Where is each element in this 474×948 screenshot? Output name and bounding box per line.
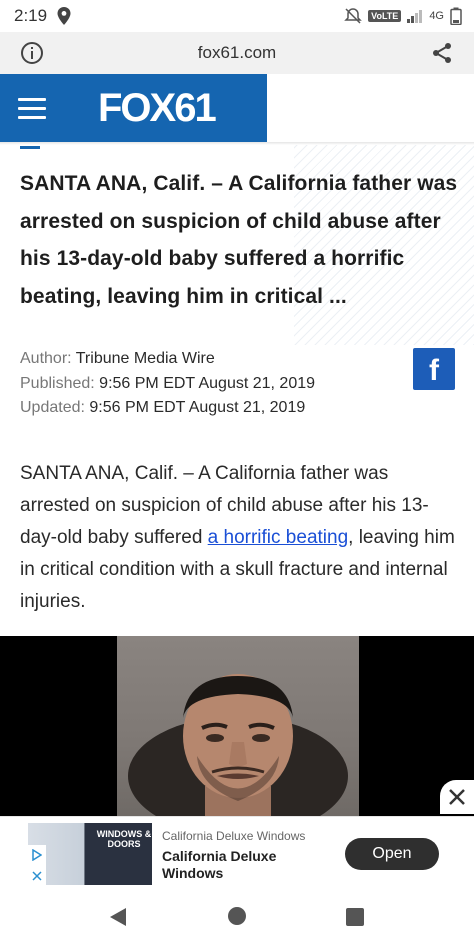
volte-badge: VoLTE <box>368 10 402 22</box>
mute-notification-icon <box>344 8 362 24</box>
ad-banner[interactable]: WINDOWS & DOORS California Deluxe Window… <box>0 816 474 888</box>
signal-icon <box>407 10 423 23</box>
article-meta: Author: Tribune Media Wire Published: 9:… <box>20 347 315 421</box>
published-value: 9:56 PM EDT August 21, 2019 <box>99 374 316 392</box>
facebook-share-button[interactable]: f <box>413 348 455 390</box>
info-icon[interactable] <box>20 41 44 65</box>
article-headline: SANTA ANA, Calif. – A California father … <box>20 172 458 308</box>
header-right-area <box>267 74 474 142</box>
adchoices-icon <box>32 849 42 861</box>
ad-close-button[interactable] <box>440 780 474 814</box>
horrific-beating-link[interactable]: a horrific beating <box>208 527 348 548</box>
network-type: 4G <box>429 10 444 22</box>
share-icon[interactable] <box>430 41 454 65</box>
browser-url-bar: fox61.com <box>0 32 474 74</box>
back-triangle-icon[interactable] <box>107 906 129 928</box>
author-label: Author: <box>20 350 72 367</box>
author-line: Author: Tribune Media Wire <box>20 347 315 372</box>
ad-image[interactable]: WINDOWS & DOORS <box>28 823 152 885</box>
published-line: Published: 9:56 PM EDT August 21, 2019 <box>20 372 315 397</box>
article-body: SANTA ANA, Calif. – A California father … <box>20 458 460 618</box>
ad-dismiss-icon <box>32 871 42 881</box>
location-pin-icon <box>57 7 71 25</box>
section-accent <box>20 146 40 149</box>
svg-text:FOX61: FOX61 <box>98 86 216 126</box>
facebook-icon: f <box>429 353 439 387</box>
ad-open-button[interactable]: Open <box>345 838 439 870</box>
fox61-logo[interactable]: FOX61 <box>98 86 236 126</box>
close-icon <box>449 789 465 805</box>
recent-apps-square-icon[interactable] <box>345 907 365 927</box>
ad-advertiser: California Deluxe Windows <box>162 829 306 843</box>
published-label: Published: <box>20 374 95 392</box>
status-time: 2:19 <box>14 6 48 25</box>
android-nav-bar <box>0 888 474 948</box>
ad-choices[interactable] <box>28 845 46 885</box>
updated-label: Updated: <box>20 399 85 416</box>
article-photo[interactable] <box>0 636 474 816</box>
mugshot-photo <box>128 674 348 816</box>
status-bar: 2:19 VoLTE 4G <box>0 0 474 32</box>
home-circle-icon[interactable] <box>227 906 247 926</box>
updated-line: Updated: 9:56 PM EDT August 21, 2019 <box>20 396 315 421</box>
ad-image-label: WINDOWS & DOORS <box>96 829 152 849</box>
battery-icon <box>450 7 462 25</box>
site-header: FOX61 <box>0 74 267 142</box>
hamburger-menu-icon[interactable] <box>18 98 46 120</box>
status-indicators: VoLTE 4G <box>344 7 462 25</box>
updated-value: 9:56 PM EDT August 21, 2019 <box>89 399 306 416</box>
ad-title[interactable]: California Deluxe Windows <box>162 848 332 882</box>
url-text[interactable]: fox61.com <box>0 43 474 63</box>
author-value: Tribune Media Wire <box>75 350 215 367</box>
